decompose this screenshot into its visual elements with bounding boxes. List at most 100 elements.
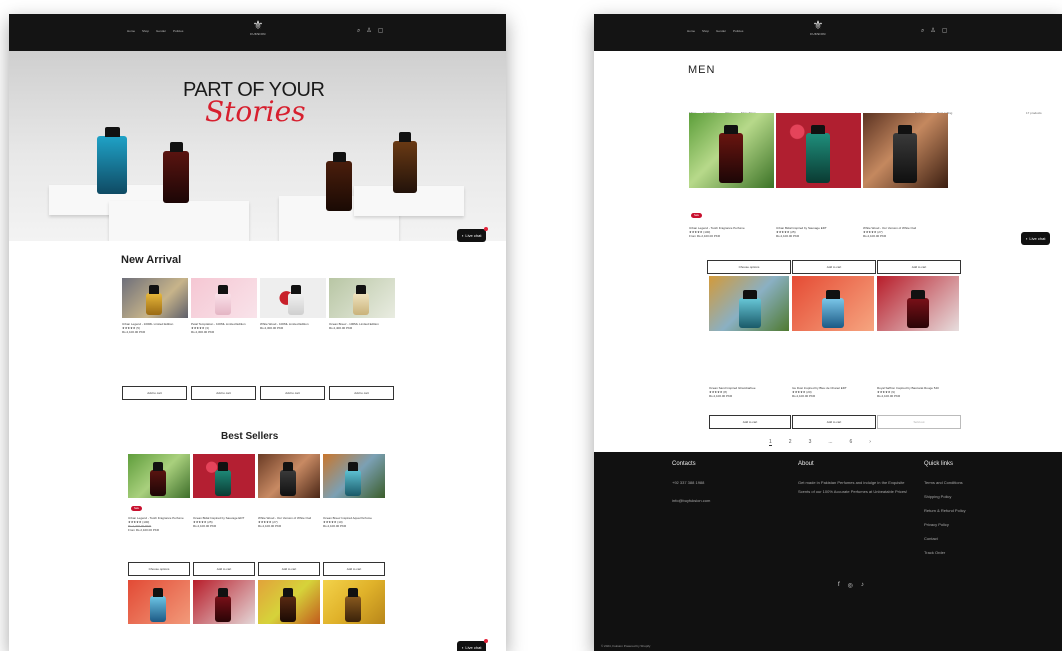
live-chat-button[interactable]: ▪ Live chat [1021, 232, 1051, 245]
add-to-cart-button[interactable]: Add to cart [877, 260, 961, 274]
brand-logo[interactable]: ⚜ FUKSION [247, 18, 269, 37]
product-image[interactable] [863, 113, 948, 188]
product-image[interactable] [689, 113, 774, 188]
product-info: Ice Dust Inspired by Bleu de Chanel EDT … [792, 386, 874, 398]
page-ellipsis: ... [828, 439, 833, 445]
hero-banner[interactable]: PART OF YOUR Stories [9, 51, 506, 241]
product-info: White Wood - Our Version of White Oud ★★… [863, 226, 948, 238]
pedestal [109, 201, 249, 241]
product-image[interactable] [709, 276, 789, 331]
nav-shop[interactable]: Shop [142, 29, 149, 33]
quick-links-heading: Quick links [924, 461, 954, 467]
nav-gender[interactable]: Gender [716, 29, 726, 33]
product-price: Rs.2,100.00 PKR [122, 330, 146, 334]
footer-link[interactable]: Terms and Conditions [924, 478, 963, 487]
add-to-cart-button[interactable]: Add to cart [260, 386, 325, 400]
product-card[interactable]: White Wood - 100ML Limited Edition Rs.2,… [260, 278, 326, 330]
contacts-heading: Contacts [672, 461, 696, 467]
page-6[interactable]: 6 [850, 439, 853, 446]
product-price: Rs.2,100.00 PKR [193, 524, 217, 528]
footer-link[interactable]: Track Order [924, 548, 945, 557]
product-image[interactable] [877, 276, 959, 331]
product-image[interactable] [128, 454, 190, 498]
product-image[interactable] [792, 276, 874, 331]
phone-number[interactable]: +92 337 388 1988 [672, 478, 704, 487]
logo-wordmark: FUKSION [810, 32, 826, 36]
footer-link[interactable]: Return & Refund Policy [924, 506, 966, 515]
footer-link[interactable]: Privacy Policy [924, 520, 949, 529]
product-card[interactable]: Ocean Breez Inspired Aqua Perfume ★★★★★ … [323, 454, 385, 528]
choose-options-button[interactable]: Choose options [128, 562, 190, 576]
add-to-cart-button[interactable]: Add to cart [193, 562, 255, 576]
chat-bubble-icon: ▪ [1026, 236, 1028, 241]
product-image[interactable] [260, 278, 326, 318]
product-image[interactable] [258, 454, 320, 498]
product-card[interactable]: Ocean Breez - 100ML Limited Edition Rs.2… [329, 278, 395, 330]
product-image[interactable] [122, 278, 188, 318]
nav-home[interactable]: Home [687, 29, 695, 33]
aqua-mist-bottle [97, 127, 127, 194]
nav-gender[interactable]: Gender [156, 29, 166, 33]
cart-icon[interactable]: ▢ [378, 28, 384, 34]
brand-logo[interactable]: ⚜ FUKSION [807, 19, 829, 37]
about-heading: About [798, 461, 814, 467]
product-image[interactable] [128, 580, 190, 624]
footer-link[interactable]: Contact [924, 534, 938, 543]
product-image[interactable] [193, 454, 255, 498]
product-image[interactable] [323, 454, 385, 498]
page-3[interactable]: 3 [809, 439, 812, 446]
next-page-arrow-icon[interactable]: › [869, 439, 871, 446]
add-to-cart-button[interactable]: Add to cart [258, 562, 320, 576]
nav-home[interactable]: Home [127, 29, 135, 33]
cart-icon[interactable]: ▢ [942, 28, 948, 34]
footer-link[interactable]: Shipping Policy [924, 492, 951, 501]
product-card[interactable]: Sale Urban Legend - Tooth Fragrance Perf… [128, 454, 190, 532]
page-1[interactable]: 1 [769, 439, 772, 446]
choose-options-button[interactable]: Choose options [707, 260, 791, 274]
sold-out-button[interactable]: Sold out [877, 415, 961, 429]
search-icon[interactable]: ⌕ [921, 28, 924, 34]
tiktok-icon[interactable]: ♪ [861, 582, 864, 589]
add-to-cart-button[interactable]: Add to cart [323, 562, 385, 576]
product-image[interactable] [191, 278, 257, 318]
product-image[interactable] [323, 580, 385, 624]
nav-policies[interactable]: Policies [173, 29, 183, 33]
copyright: © 2024, Fuksion Powered by Shopify [601, 644, 651, 648]
add-to-cart-button[interactable]: Add to cart [329, 386, 394, 400]
add-to-cart-button[interactable]: Add to cart [191, 386, 256, 400]
add-to-cart-button[interactable]: Add to cart [122, 386, 187, 400]
product-image[interactable] [329, 278, 395, 318]
product-image[interactable] [258, 580, 320, 624]
sale-badge: Sale [131, 506, 143, 511]
live-chat-button[interactable]: ▪ Live chat [457, 639, 489, 651]
notification-dot [484, 639, 489, 643]
site-footer: Contacts +92 337 388 1988 info@buyfuksio… [594, 452, 1062, 651]
main-nav: Home Shop Gender Policies [687, 29, 743, 33]
nav-shop[interactable]: Shop [702, 29, 709, 33]
product-card[interactable]: Ocean Bidal Inspired by Sauvage EDT ★★★★… [193, 454, 255, 528]
product-image[interactable] [776, 113, 861, 188]
product-card[interactable]: White Wood - Our Version of White Oud ★★… [258, 454, 320, 528]
add-to-cart-button[interactable]: Add to cart [792, 260, 876, 274]
add-to-cart-button[interactable]: Add to cart [709, 415, 791, 429]
logo-mark-icon: ⚜ [252, 18, 264, 32]
account-icon[interactable]: ♙ [930, 28, 935, 34]
nav-policies[interactable]: Policies [733, 29, 743, 33]
facebook-icon[interactable]: f [838, 582, 840, 589]
product-card[interactable]: Petal Temptation - 100ML Limited Edition… [191, 278, 257, 334]
hero-script-title: Stories [205, 95, 306, 128]
header-icons: ⌕ ♙ ▢ [921, 28, 947, 34]
product-card[interactable]: Urban Legend - 100ML Limited Edition ★★★… [122, 278, 188, 334]
page-2[interactable]: 2 [789, 439, 792, 446]
email-link[interactable]: info@buyfuksion.com [672, 496, 710, 505]
live-chat-button[interactable]: ▪ Live chat [457, 227, 489, 242]
live-chat-label: Live chat [1029, 236, 1046, 241]
pagination: 1 2 3 ... 6 › [769, 439, 871, 446]
search-icon[interactable]: ⌕ [357, 28, 360, 34]
account-icon[interactable]: ♙ [366, 28, 371, 34]
instagram-icon[interactable]: ◎ [848, 582, 853, 589]
product-price: Rs.2,100.00 PKR [792, 394, 816, 398]
add-to-cart-button[interactable]: Add to cart [792, 415, 876, 429]
product-image[interactable] [193, 580, 255, 624]
live-chat-label: Live chat [465, 645, 482, 650]
